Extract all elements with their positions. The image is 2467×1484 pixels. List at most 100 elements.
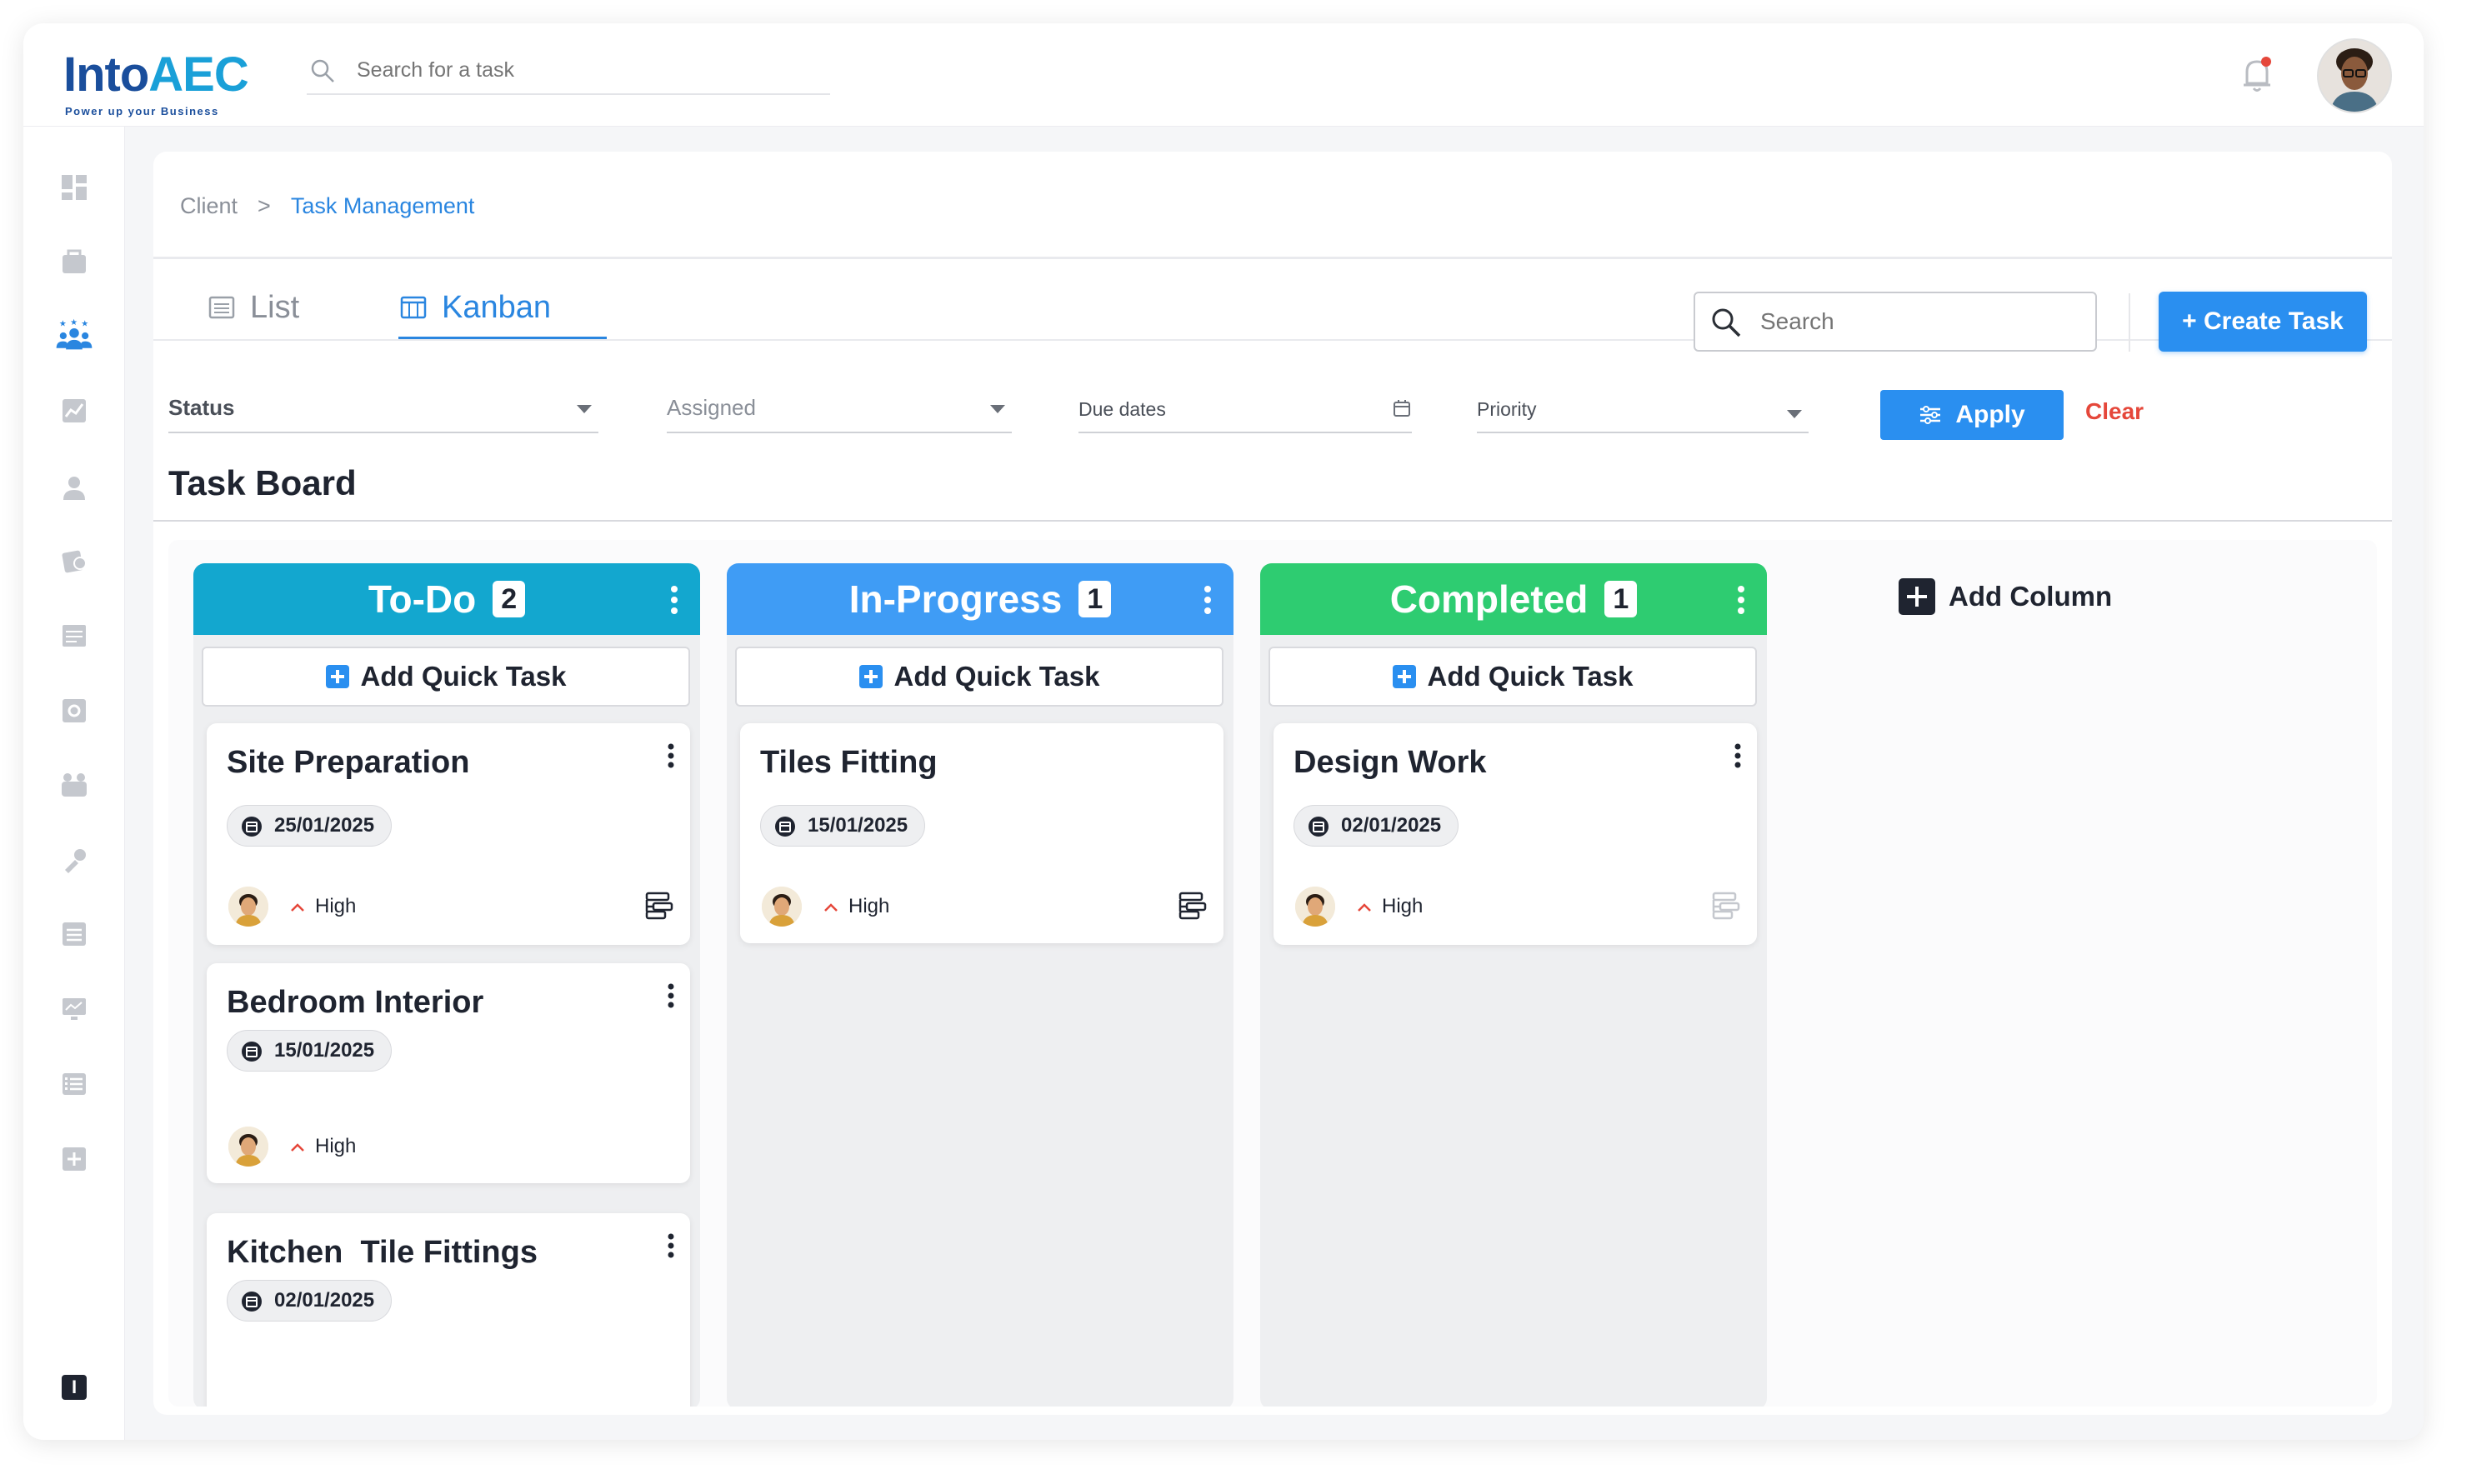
assignee-avatar[interactable]	[228, 1127, 268, 1167]
task-title: Bedroom Interior	[227, 985, 484, 1020]
add-icon[interactable]	[55, 1140, 93, 1178]
plus-icon	[1899, 578, 1935, 615]
due-dates-filter-label: Due dates	[1078, 398, 1166, 420]
breadcrumb: Client > Task Management	[180, 193, 474, 219]
documents-icon[interactable]	[55, 617, 93, 655]
column-header: To-Do 2	[193, 563, 700, 635]
projects-icon[interactable]	[55, 243, 93, 282]
main-panel: Client > Task Management List Kanban + Cre…	[153, 152, 2392, 1415]
kanban-column-todo: To-Do 2 Add Quick Task Site Preparation …	[193, 563, 700, 1407]
task-search[interactable]	[1694, 292, 2097, 352]
task-card[interactable]: Kitchen Tile Fittings 02/01/2025	[207, 1213, 690, 1407]
apply-label: Apply	[1955, 401, 2025, 428]
dashboard-icon[interactable]	[55, 168, 93, 207]
chevron-down-icon	[1787, 410, 1802, 418]
finance-icon[interactable]	[55, 542, 93, 580]
task-card[interactable]: Design Work 02/01/2025 High	[1274, 723, 1757, 945]
priority-indicator: High	[290, 895, 356, 918]
priority-text: High	[848, 895, 890, 917]
task-title: Tiles Fitting	[760, 745, 938, 780]
priority-text: High	[315, 1135, 357, 1157]
svg-text:★: ★	[70, 318, 78, 327]
task-title: Site Preparation	[227, 745, 470, 780]
column-title: To-Do	[368, 577, 477, 621]
breadcrumb-current: Task Management	[290, 193, 475, 218]
tasks-icon[interactable]	[55, 915, 93, 953]
subtasks-icon[interactable]	[1177, 892, 1207, 920]
kebab-menu-icon[interactable]	[667, 743, 675, 768]
column-title: In-Progress	[848, 577, 1063, 621]
tab-list[interactable]: List	[208, 277, 299, 338]
monitor-icon[interactable]	[55, 990, 93, 1028]
user-icon[interactable]	[55, 468, 93, 507]
due-date-chip: 02/01/2025	[227, 1280, 393, 1322]
sidebar: ★ ★ ★ I	[23, 127, 125, 1440]
kebab-menu-icon[interactable]	[667, 983, 675, 1008]
task-card[interactable]: Bedroom Interior 15/01/2025 High	[207, 963, 690, 1183]
kebab-menu-icon[interactable]	[1203, 585, 1212, 615]
notification-bell-icon[interactable]	[2239, 53, 2275, 95]
kanban-column-in-progress: In-Progress 1 Add Quick Task Tiles Fitti…	[727, 563, 1234, 1407]
add-quick-task-button[interactable]: Add Quick Task	[1269, 647, 1757, 707]
due-date-text: 15/01/2025	[274, 1039, 375, 1062]
task-card[interactable]: Site Preparation 25/01/2025 High	[207, 723, 690, 945]
team-icon[interactable]	[55, 767, 93, 805]
task-search-input[interactable]	[1759, 305, 2075, 338]
priority-filter[interactable]: Priority	[1477, 387, 1809, 433]
tab-kanban-label: Kanban	[442, 289, 552, 325]
calendar-icon	[1309, 817, 1329, 837]
user-avatar[interactable]	[2317, 38, 2392, 113]
logo[interactable]: IntoAEC Power up your Business	[63, 40, 255, 117]
task-card[interactable]: Tiles Fitting 15/01/2025 High	[740, 723, 1223, 943]
clients-icon[interactable]: ★ ★ ★	[55, 317, 93, 355]
kebab-menu-icon[interactable]	[1737, 585, 1745, 615]
calendar-icon	[242, 817, 262, 837]
calendar-icon	[242, 1292, 262, 1312]
task-title: Kitchen Tile Fittings	[227, 1235, 538, 1270]
due-date-text: 25/01/2025	[274, 814, 375, 837]
kebab-menu-icon[interactable]	[670, 585, 678, 615]
kebab-menu-icon[interactable]	[667, 1233, 675, 1258]
apply-filters-button[interactable]: Apply	[1880, 390, 2064, 440]
add-column-label: Add Column	[1949, 581, 2113, 612]
tools-icon[interactable]	[55, 842, 93, 880]
add-quick-task-button[interactable]: Add Quick Task	[735, 647, 1223, 707]
add-quick-task-button[interactable]: Add Quick Task	[202, 647, 690, 707]
status-filter[interactable]: Status	[168, 387, 598, 433]
assignee-avatar[interactable]	[228, 887, 268, 927]
calendar-icon	[242, 1042, 262, 1062]
kanban-board: To-Do 2 Add Quick Task Site Preparation …	[168, 540, 2377, 1407]
assignee-avatar[interactable]	[762, 887, 802, 927]
global-search-input[interactable]	[355, 53, 805, 87]
due-dates-filter[interactable]: Due dates	[1078, 387, 1412, 433]
search-icon	[311, 59, 334, 82]
assigned-filter[interactable]: Assigned	[667, 387, 1012, 433]
add-quick-task-label: Add Quick Task	[893, 661, 1100, 692]
global-search[interactable]	[307, 48, 830, 95]
subtasks-icon[interactable]	[643, 892, 673, 920]
chevron-up-icon	[824, 903, 838, 912]
priority-indicator: High	[1357, 895, 1423, 918]
breadcrumb-client[interactable]: Client	[180, 193, 238, 218]
column-count-badge: 1	[1604, 581, 1638, 617]
kanban-column-completed: Completed 1 Add Quick Task Design Work 0…	[1260, 563, 1767, 1407]
clear-filters-link[interactable]: Clear	[2085, 398, 2144, 425]
settings-icon[interactable]	[55, 692, 93, 730]
kebab-menu-icon[interactable]	[1734, 743, 1742, 768]
avatar-portrait-icon	[228, 1127, 268, 1167]
chevron-down-icon	[577, 405, 592, 413]
list-view-icon	[208, 296, 235, 319]
top-bar: IntoAEC Power up your Business	[23, 23, 2424, 127]
subtasks-icon[interactable]	[1710, 892, 1740, 920]
tab-list-label: List	[250, 289, 300, 325]
due-date-text: 02/01/2025	[274, 1289, 375, 1312]
collapse-sidebar-button[interactable]: I	[55, 1368, 93, 1407]
create-task-button[interactable]: + Create Task	[2159, 292, 2367, 352]
add-column-button[interactable]: Add Column	[1899, 578, 2112, 615]
tab-kanban[interactable]: Kanban	[400, 277, 551, 338]
logo-wordmark: IntoAEC	[63, 47, 249, 102]
reports-icon[interactable]	[55, 392, 93, 430]
add-quick-task-label: Add Quick Task	[360, 661, 567, 692]
list-icon[interactable]	[55, 1065, 93, 1103]
assignee-avatar[interactable]	[1295, 887, 1335, 927]
